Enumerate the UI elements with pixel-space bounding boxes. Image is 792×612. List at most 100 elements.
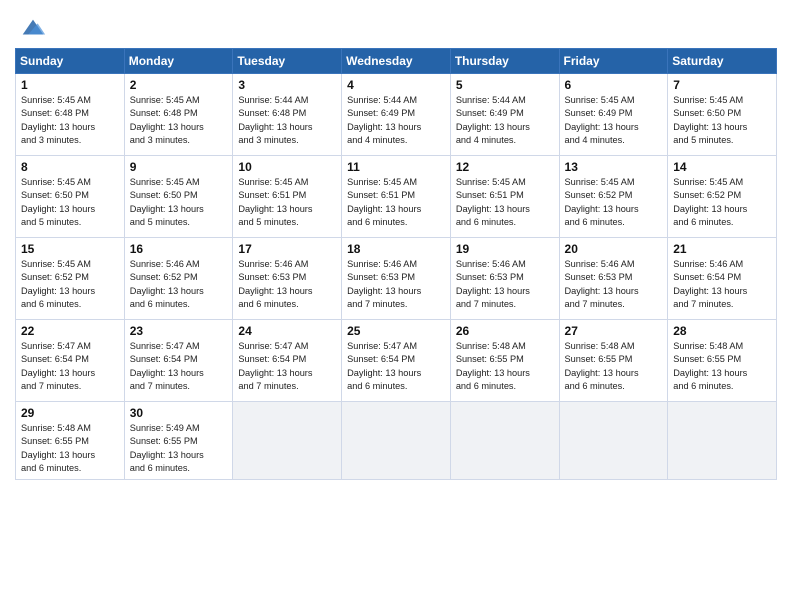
- day-info: Sunrise: 5:44 AMSunset: 6:49 PMDaylight:…: [347, 94, 446, 147]
- day-info: Sunrise: 5:45 AMSunset: 6:50 PMDaylight:…: [21, 176, 120, 229]
- day-number: 14: [673, 160, 772, 174]
- weekday-header: Thursday: [450, 49, 559, 74]
- calendar-day-cell: 4 Sunrise: 5:44 AMSunset: 6:49 PMDayligh…: [342, 74, 451, 156]
- calendar-day-cell: 3 Sunrise: 5:44 AMSunset: 6:48 PMDayligh…: [233, 74, 342, 156]
- day-number: 8: [21, 160, 120, 174]
- day-info: Sunrise: 5:47 AMSunset: 6:54 PMDaylight:…: [130, 340, 229, 393]
- day-number: 19: [456, 242, 555, 256]
- calendar-day-cell: 11 Sunrise: 5:45 AMSunset: 6:51 PMDaylig…: [342, 156, 451, 238]
- calendar-day-cell: 15 Sunrise: 5:45 AMSunset: 6:52 PMDaylig…: [16, 238, 125, 320]
- day-number: 13: [565, 160, 664, 174]
- calendar-day-cell: 28 Sunrise: 5:48 AMSunset: 6:55 PMDaylig…: [668, 320, 777, 402]
- calendar-week-row: 22 Sunrise: 5:47 AMSunset: 6:54 PMDaylig…: [16, 320, 777, 402]
- calendar-week-row: 1 Sunrise: 5:45 AMSunset: 6:48 PMDayligh…: [16, 74, 777, 156]
- day-number: 4: [347, 78, 446, 92]
- calendar-day-cell: 12 Sunrise: 5:45 AMSunset: 6:51 PMDaylig…: [450, 156, 559, 238]
- day-number: 3: [238, 78, 337, 92]
- calendar-day-cell: 24 Sunrise: 5:47 AMSunset: 6:54 PMDaylig…: [233, 320, 342, 402]
- day-info: Sunrise: 5:45 AMSunset: 6:48 PMDaylight:…: [130, 94, 229, 147]
- calendar-week-row: 15 Sunrise: 5:45 AMSunset: 6:52 PMDaylig…: [16, 238, 777, 320]
- day-number: 12: [456, 160, 555, 174]
- calendar-day-cell: [342, 402, 451, 480]
- day-number: 29: [21, 406, 120, 420]
- weekday-header: Friday: [559, 49, 668, 74]
- day-info: Sunrise: 5:47 AMSunset: 6:54 PMDaylight:…: [347, 340, 446, 393]
- calendar-day-cell: 22 Sunrise: 5:47 AMSunset: 6:54 PMDaylig…: [16, 320, 125, 402]
- weekday-header: Monday: [124, 49, 233, 74]
- calendar-day-cell: 14 Sunrise: 5:45 AMSunset: 6:52 PMDaylig…: [668, 156, 777, 238]
- day-number: 11: [347, 160, 446, 174]
- day-number: 17: [238, 242, 337, 256]
- day-number: 26: [456, 324, 555, 338]
- day-number: 10: [238, 160, 337, 174]
- calendar-day-cell: [559, 402, 668, 480]
- weekday-header: Saturday: [668, 49, 777, 74]
- calendar-day-cell: 23 Sunrise: 5:47 AMSunset: 6:54 PMDaylig…: [124, 320, 233, 402]
- calendar-day-cell: 18 Sunrise: 5:46 AMSunset: 6:53 PMDaylig…: [342, 238, 451, 320]
- day-number: 1: [21, 78, 120, 92]
- calendar-day-cell: 6 Sunrise: 5:45 AMSunset: 6:49 PMDayligh…: [559, 74, 668, 156]
- page: SundayMondayTuesdayWednesdayThursdayFrid…: [0, 0, 792, 612]
- weekday-header-row: SundayMondayTuesdayWednesdayThursdayFrid…: [16, 49, 777, 74]
- calendar-day-cell: 1 Sunrise: 5:45 AMSunset: 6:48 PMDayligh…: [16, 74, 125, 156]
- day-info: Sunrise: 5:47 AMSunset: 6:54 PMDaylight:…: [238, 340, 337, 393]
- day-number: 28: [673, 324, 772, 338]
- day-info: Sunrise: 5:45 AMSunset: 6:52 PMDaylight:…: [565, 176, 664, 229]
- day-number: 16: [130, 242, 229, 256]
- day-info: Sunrise: 5:46 AMSunset: 6:52 PMDaylight:…: [130, 258, 229, 311]
- day-number: 6: [565, 78, 664, 92]
- calendar-day-cell: 25 Sunrise: 5:47 AMSunset: 6:54 PMDaylig…: [342, 320, 451, 402]
- calendar-day-cell: [668, 402, 777, 480]
- calendar-day-cell: 10 Sunrise: 5:45 AMSunset: 6:51 PMDaylig…: [233, 156, 342, 238]
- day-info: Sunrise: 5:45 AMSunset: 6:51 PMDaylight:…: [347, 176, 446, 229]
- calendar-table: SundayMondayTuesdayWednesdayThursdayFrid…: [15, 48, 777, 480]
- calendar-day-cell: 2 Sunrise: 5:45 AMSunset: 6:48 PMDayligh…: [124, 74, 233, 156]
- calendar-day-cell: 7 Sunrise: 5:45 AMSunset: 6:50 PMDayligh…: [668, 74, 777, 156]
- day-number: 18: [347, 242, 446, 256]
- weekday-header: Wednesday: [342, 49, 451, 74]
- day-number: 24: [238, 324, 337, 338]
- calendar-day-cell: 20 Sunrise: 5:46 AMSunset: 6:53 PMDaylig…: [559, 238, 668, 320]
- day-info: Sunrise: 5:45 AMSunset: 6:52 PMDaylight:…: [21, 258, 120, 311]
- logo-icon: [19, 14, 47, 42]
- day-number: 25: [347, 324, 446, 338]
- day-info: Sunrise: 5:46 AMSunset: 6:53 PMDaylight:…: [238, 258, 337, 311]
- day-info: Sunrise: 5:45 AMSunset: 6:48 PMDaylight:…: [21, 94, 120, 147]
- calendar-day-cell: 8 Sunrise: 5:45 AMSunset: 6:50 PMDayligh…: [16, 156, 125, 238]
- day-number: 21: [673, 242, 772, 256]
- calendar-week-row: 8 Sunrise: 5:45 AMSunset: 6:50 PMDayligh…: [16, 156, 777, 238]
- day-number: 2: [130, 78, 229, 92]
- day-info: Sunrise: 5:49 AMSunset: 6:55 PMDaylight:…: [130, 422, 229, 475]
- calendar-day-cell: 19 Sunrise: 5:46 AMSunset: 6:53 PMDaylig…: [450, 238, 559, 320]
- day-number: 15: [21, 242, 120, 256]
- day-info: Sunrise: 5:45 AMSunset: 6:51 PMDaylight:…: [456, 176, 555, 229]
- calendar-day-cell: 16 Sunrise: 5:46 AMSunset: 6:52 PMDaylig…: [124, 238, 233, 320]
- day-info: Sunrise: 5:47 AMSunset: 6:54 PMDaylight:…: [21, 340, 120, 393]
- day-info: Sunrise: 5:48 AMSunset: 6:55 PMDaylight:…: [673, 340, 772, 393]
- day-info: Sunrise: 5:45 AMSunset: 6:50 PMDaylight:…: [130, 176, 229, 229]
- weekday-header: Sunday: [16, 49, 125, 74]
- calendar-day-cell: 27 Sunrise: 5:48 AMSunset: 6:55 PMDaylig…: [559, 320, 668, 402]
- day-number: 7: [673, 78, 772, 92]
- calendar-day-cell: 29 Sunrise: 5:48 AMSunset: 6:55 PMDaylig…: [16, 402, 125, 480]
- day-number: 23: [130, 324, 229, 338]
- weekday-header: Tuesday: [233, 49, 342, 74]
- day-info: Sunrise: 5:45 AMSunset: 6:50 PMDaylight:…: [673, 94, 772, 147]
- day-number: 30: [130, 406, 229, 420]
- day-info: Sunrise: 5:46 AMSunset: 6:53 PMDaylight:…: [456, 258, 555, 311]
- calendar-day-cell: 17 Sunrise: 5:46 AMSunset: 6:53 PMDaylig…: [233, 238, 342, 320]
- day-number: 27: [565, 324, 664, 338]
- day-number: 5: [456, 78, 555, 92]
- day-info: Sunrise: 5:48 AMSunset: 6:55 PMDaylight:…: [565, 340, 664, 393]
- day-number: 9: [130, 160, 229, 174]
- day-info: Sunrise: 5:44 AMSunset: 6:48 PMDaylight:…: [238, 94, 337, 147]
- calendar-day-cell: 13 Sunrise: 5:45 AMSunset: 6:52 PMDaylig…: [559, 156, 668, 238]
- day-info: Sunrise: 5:46 AMSunset: 6:53 PMDaylight:…: [347, 258, 446, 311]
- day-info: Sunrise: 5:45 AMSunset: 6:49 PMDaylight:…: [565, 94, 664, 147]
- calendar-day-cell: 30 Sunrise: 5:49 AMSunset: 6:55 PMDaylig…: [124, 402, 233, 480]
- calendar-day-cell: [233, 402, 342, 480]
- day-info: Sunrise: 5:48 AMSunset: 6:55 PMDaylight:…: [21, 422, 120, 475]
- day-info: Sunrise: 5:45 AMSunset: 6:51 PMDaylight:…: [238, 176, 337, 229]
- day-info: Sunrise: 5:45 AMSunset: 6:52 PMDaylight:…: [673, 176, 772, 229]
- day-number: 22: [21, 324, 120, 338]
